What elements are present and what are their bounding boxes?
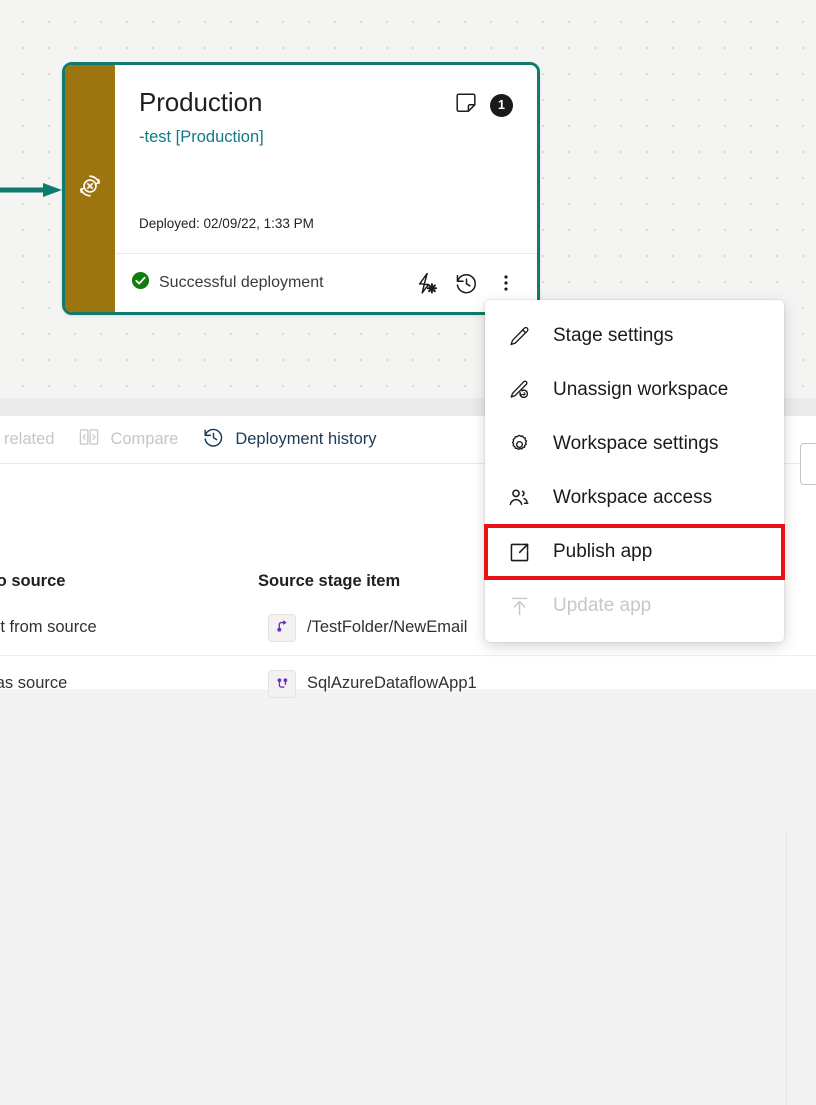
workspace-link[interactable]: -test [Production] [139,127,513,147]
row-compare-status: e as source [0,674,67,693]
row-source-item-name: /TestFolder/NewEmail [307,618,467,637]
menu-item-unassign-workspace[interactable]: Unassign workspace [485,363,784,417]
menu-item-label: Update app [553,595,651,617]
success-check-icon [131,271,150,295]
menu-item-workspace-settings[interactable]: Workspace settings [485,417,784,471]
deployment-history-icon[interactable] [449,266,483,300]
menu-item-label: Workspace access [553,487,712,509]
dataflow-icon [268,614,296,642]
sticky-note-icon[interactable] [454,91,478,120]
menu-item-label: Workspace settings [553,433,718,455]
select-related-button[interactable]: related [0,421,66,459]
deployment-stage-card[interactable]: Production 1 -test [Production] Deployed… [62,62,540,315]
compare-icon [78,426,100,453]
status-text: Successful deployment [159,274,324,292]
deployment-rules-icon[interactable] [409,266,443,300]
pipeline-connector-arrow [0,183,66,197]
history-clock-icon [202,426,225,454]
stage-context-menu: Stage settings Unassign workspace Worksp… [485,300,784,642]
menu-item-workspace-access[interactable]: Workspace access [485,471,784,525]
stage-status-rail [65,65,115,312]
pane-right-edge [786,832,787,1105]
gear-icon [507,432,531,456]
pencil-icon [507,324,531,348]
stage-card-footer: Successful deployment [115,253,537,312]
deployment-failed-refresh-icon [76,172,104,205]
menu-item-label: Unassign workspace [553,379,728,401]
deployment-history-label: Deployment history [235,430,376,449]
row-compare-status: ent from source [0,618,97,637]
row-source-item: SqlAzureDataflowApp1 [268,670,477,698]
more-options-icon[interactable] [489,266,523,300]
table-column-header-compared-to-source[interactable]: l to source [0,572,65,591]
deployed-timestamp: Deployed: 02/09/22, 1:33 PM [139,215,314,233]
menu-item-stage-settings[interactable]: Stage settings [485,309,784,363]
people-icon [507,486,531,510]
menu-item-update-app: Update app [485,579,784,633]
compare-label: Compare [110,430,178,449]
arrow-up-icon [507,594,531,618]
item-count-badge: 1 [490,94,513,117]
filter-input-partial[interactable] [800,443,816,485]
table-column-header-source-stage-item[interactable]: Source stage item [258,572,400,591]
external-link-icon [507,540,531,564]
page-title: Production [139,87,262,117]
menu-item-label: Publish app [553,541,652,563]
stage-title-row: Production 1 [139,87,513,120]
table-row[interactable]: e as source SqlAzureDataflowApp1 [0,656,816,711]
deployment-history-button[interactable]: Deployment history [190,421,388,459]
dataflow-icon [268,670,296,698]
row-source-item-name: SqlAzureDataflowApp1 [307,674,477,693]
select-related-label: related [4,430,54,449]
stage-card-body: Production 1 -test [Production] Deployed… [115,65,537,312]
status-badge: Successful deployment [131,271,403,295]
menu-item-publish-app[interactable]: Publish app [485,525,784,579]
compare-button[interactable]: Compare [66,421,190,459]
row-source-item: /TestFolder/NewEmail [268,614,467,642]
pencil-undo-icon [507,378,531,402]
menu-item-label: Stage settings [553,325,673,347]
stage-title-actions: 1 [454,91,513,120]
stage-card-main: Production 1 -test [Production] Deployed… [115,65,537,253]
